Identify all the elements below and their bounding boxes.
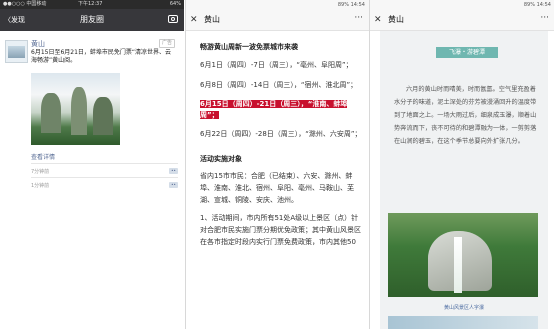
paragraph: 1、活动期间，市内所有51处A级以上景区（点）针对合肥市民实施门票分期优免政策；… [200,213,361,246]
close-icon[interactable]: ✕ [190,14,198,26]
status-bar: 89% 14:54 [186,0,369,11]
status-text: 89% 14:54 [523,2,551,8]
more-icon[interactable]: ··· [540,12,549,24]
battery-text: 64% [169,1,181,7]
page-title: 朋友圈 [80,15,104,24]
divider [31,177,178,178]
page-title: 黄山 [388,15,404,24]
clock-text: 下午12:37 [78,1,103,7]
schedule-item-highlighted: 6月15日（周四）-21日（周三），“淮南、蚌埠周”； [200,99,362,120]
article-heading: 畅游黄山周新一波免票城市来袭 [200,43,298,51]
comment-button-1[interactable]: •• [169,168,178,174]
view-details-link[interactable]: 查看详情 [31,152,55,161]
schedule-item: 6月22日（周四）-28日（周三），“滁州、六安周”； [200,130,362,138]
photo-caption: 黄山风景区人字瀑 [443,305,484,311]
page-title: 黄山 [204,15,220,24]
article-panel-waterfall: 89% 14:54 ✕ 黄山 ··· 飞瀑・游碧潭 六月的黄山时而晴美，时而氤氲… [369,0,554,329]
poem-paragraph: 六月的黄山时而晴美，时而氤氲。空气里充盈着水分子的味道，泥土深处的芬芳被漫涌回升… [394,86,537,145]
comment-button-2[interactable]: •• [169,182,178,188]
avatar[interactable] [5,40,28,63]
schedule-item: 6月8日（周四）-14日（周三），“宿州、淮北周”； [200,80,358,89]
carrier-text: ●●○○○ 中国移动 [3,1,47,7]
moments-panel: ●●○○○ 中国移动 下午12:37 64% 〈发现 朋友圈 黄山 广告 6月1… [0,0,184,329]
status-bar: ●●○○○ 中国移动 下午12:37 64% [0,0,184,9]
waterfall-photo[interactable] [388,213,538,297]
poster-name[interactable]: 黄山 [31,39,45,49]
article-body: 畅游黄山周新一波免票城市来袭 6月1日（周四）-7日（周三），“亳州、阜阳周”；… [200,42,362,248]
status-bar: 89% 14:54 [370,0,554,11]
nav-bar: ✕ 黄山 ··· [186,11,369,31]
ad-badge[interactable]: 广告 [159,39,176,48]
nav-bar: 〈发现 朋友圈 [0,9,184,31]
camera-icon[interactable] [168,15,178,23]
status-text: 89% 14:54 [337,2,365,8]
divider [31,163,178,164]
article-panel-schedule: 89% 14:54 ✕ 黄山 ··· 畅游黄山周新一波免票城市来袭 6月1日（周… [185,0,369,329]
post-time-1: 7分钟前 [31,169,50,175]
highlight-text: 6月15日（周四）-21日（周三），“淮南、蚌埠周”； [200,100,348,119]
schedule-item: 6月1日（周四）-7日（周三），“亳州、阜阳周”； [200,61,353,69]
more-icon[interactable]: ··· [354,12,363,24]
post-image[interactable] [31,73,120,145]
next-photo[interactable] [388,316,538,329]
post-time-2: 1分钟前 [31,183,50,189]
article-body: 飞瀑・游碧潭 六月的黄山时而晴美，时而氤氲。空气里充盈着水分子的味道，泥土深处的… [380,31,548,329]
section-banner: 飞瀑・游碧潭 [436,47,498,58]
paragraph: 省内15市市民：合肥（已结束）、六安、滁州、蚌埠、淮南、淮北、宿州、阜阳、亳州、… [200,171,354,204]
post-text: 6月15日至6月21日，蚌埠市民免门票“清凉世界、云海畅游”黄山阅。 [31,49,172,64]
section-heading: 活动实施对象 [200,154,242,163]
close-icon[interactable]: ✕ [374,14,382,26]
nav-bar: ✕ 黄山 ··· [370,11,554,31]
